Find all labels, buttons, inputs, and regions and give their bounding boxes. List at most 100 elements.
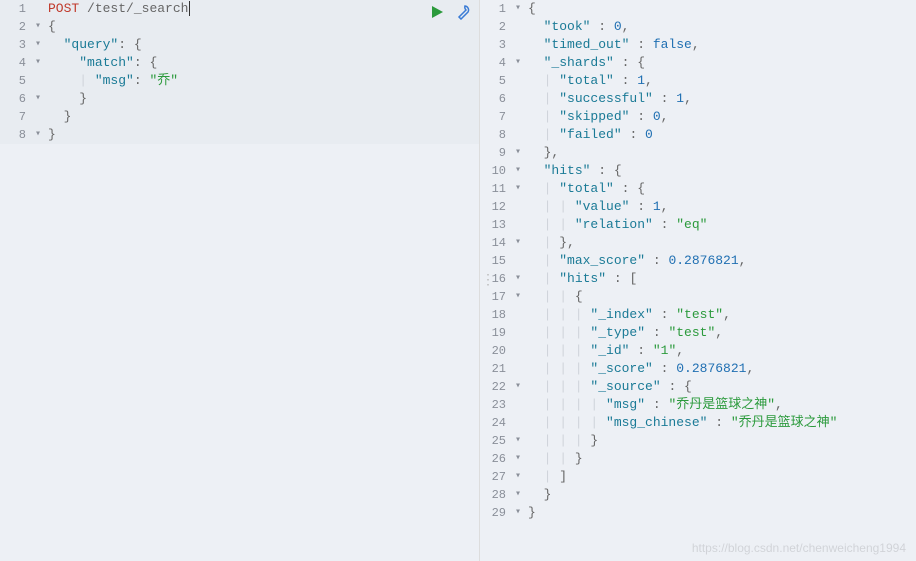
fold-toggle[interactable]: ▾ — [32, 126, 44, 144]
fold-toggle[interactable]: ▾ — [32, 36, 44, 54]
line-number: 29 — [480, 504, 512, 522]
code-line[interactable]: 8▾} — [0, 126, 479, 144]
fold-toggle[interactable]: ▾ — [512, 378, 524, 396]
run-icon[interactable] — [429, 4, 445, 24]
code-line[interactable]: 16▾ | "hits" : [ — [480, 270, 916, 288]
fold-toggle[interactable]: ▾ — [512, 468, 524, 486]
code-line[interactable]: 3 "timed_out" : false, — [480, 36, 916, 54]
line-number: 23 — [480, 396, 512, 414]
code-line[interactable]: 6▾ } — [0, 90, 479, 108]
code-line[interactable]: 1POST /test/_search — [0, 0, 479, 18]
code-line[interactable]: 12 | | "value" : 1, — [480, 198, 916, 216]
line-content: "timed_out" : false, — [524, 36, 916, 54]
code-line[interactable]: 8 | "failed" : 0 — [480, 126, 916, 144]
fold-toggle — [512, 72, 524, 90]
fold-toggle — [512, 360, 524, 378]
line-content: | "total" : { — [524, 180, 916, 198]
code-line[interactable]: 9▾ }, — [480, 144, 916, 162]
line-number: 20 — [480, 342, 512, 360]
code-line[interactable]: 14▾ | }, — [480, 234, 916, 252]
line-number: 6 — [0, 90, 32, 108]
fold-toggle[interactable]: ▾ — [512, 0, 524, 18]
line-number: 19 — [480, 324, 512, 342]
fold-toggle[interactable]: ▾ — [32, 90, 44, 108]
code-line[interactable]: 21 | | | "_score" : 0.2876821, — [480, 360, 916, 378]
fold-toggle[interactable]: ▾ — [512, 288, 524, 306]
line-number: 15 — [480, 252, 512, 270]
line-content: } — [44, 108, 479, 126]
code-line[interactable]: 6 | "successful" : 1, — [480, 90, 916, 108]
line-number: 24 — [480, 414, 512, 432]
code-line[interactable]: 20 | | | "_id" : "1", — [480, 342, 916, 360]
line-number: 16 — [480, 270, 512, 288]
line-content: "hits" : { — [524, 162, 916, 180]
code-line[interactable]: 28▾ } — [480, 486, 916, 504]
fold-toggle[interactable]: ▾ — [512, 504, 524, 522]
line-content: | "failed" : 0 — [524, 126, 916, 144]
line-content: { — [44, 18, 479, 36]
fold-toggle — [512, 252, 524, 270]
code-line[interactable]: 2 "took" : 0, — [480, 18, 916, 36]
fold-toggle[interactable]: ▾ — [32, 54, 44, 72]
request-editor[interactable]: 1POST /test/_search2▾{3▾ "query": {4▾ "m… — [0, 0, 479, 144]
line-content: | | | "_id" : "1", — [524, 342, 916, 360]
code-line[interactable]: 1▾{ — [480, 0, 916, 18]
line-number: 10 — [480, 162, 512, 180]
fold-toggle[interactable]: ▾ — [512, 180, 524, 198]
code-line[interactable]: 23 | | | | "msg" : "乔丹是篮球之神", — [480, 396, 916, 414]
fold-toggle — [512, 324, 524, 342]
line-number: 5 — [0, 72, 32, 90]
code-line[interactable]: 13 | | "relation" : "eq" — [480, 216, 916, 234]
fold-toggle[interactable]: ▾ — [512, 486, 524, 504]
fold-toggle — [512, 198, 524, 216]
fold-toggle — [512, 216, 524, 234]
wrench-icon[interactable] — [455, 4, 471, 24]
code-line[interactable]: 5 | "msg": "乔" — [0, 72, 479, 90]
code-line[interactable]: 19 | | | "_type" : "test", — [480, 324, 916, 342]
code-line[interactable]: 5 | "total" : 1, — [480, 72, 916, 90]
code-line[interactable]: 7 } — [0, 108, 479, 126]
line-content: "match": { — [44, 54, 479, 72]
line-number: 27 — [480, 468, 512, 486]
code-line[interactable]: 27▾ | ] — [480, 468, 916, 486]
line-number: 1 — [0, 0, 32, 18]
line-number: 8 — [0, 126, 32, 144]
code-line[interactable]: 10▾ "hits" : { — [480, 162, 916, 180]
code-line[interactable]: 4▾ "match": { — [0, 54, 479, 72]
code-line[interactable]: 25▾ | | | } — [480, 432, 916, 450]
code-line[interactable]: 26▾ | | } — [480, 450, 916, 468]
fold-toggle[interactable]: ▾ — [512, 162, 524, 180]
code-line[interactable]: 24 | | | | "msg_chinese" : "乔丹是篮球之神" — [480, 414, 916, 432]
code-line[interactable]: 2▾{ — [0, 18, 479, 36]
fold-toggle[interactable]: ▾ — [512, 54, 524, 72]
line-number: 25 — [480, 432, 512, 450]
fold-toggle[interactable]: ▾ — [512, 144, 524, 162]
line-number: 5 — [480, 72, 512, 90]
code-line[interactable]: 29▾} — [480, 504, 916, 522]
line-content: "took" : 0, — [524, 18, 916, 36]
code-line[interactable]: 11▾ | "total" : { — [480, 180, 916, 198]
code-line[interactable]: 22▾ | | | "_source" : { — [480, 378, 916, 396]
text-cursor — [189, 1, 190, 16]
code-line[interactable]: 17▾ | | { — [480, 288, 916, 306]
line-number: 26 — [480, 450, 512, 468]
fold-toggle[interactable]: ▾ — [512, 234, 524, 252]
line-content: | "max_score" : 0.2876821, — [524, 252, 916, 270]
code-line[interactable]: 15 | "max_score" : 0.2876821, — [480, 252, 916, 270]
fold-toggle — [512, 396, 524, 414]
fold-toggle — [512, 126, 524, 144]
fold-toggle[interactable]: ▾ — [32, 18, 44, 36]
line-content: | | | | "msg" : "乔丹是篮球之神", — [524, 396, 916, 414]
line-number: 22 — [480, 378, 512, 396]
code-line[interactable]: 3▾ "query": { — [0, 36, 479, 54]
code-line[interactable]: 18 | | | "_index" : "test", — [480, 306, 916, 324]
code-line[interactable]: 4▾ "_shards" : { — [480, 54, 916, 72]
line-content: | "msg": "乔" — [44, 72, 479, 90]
fold-toggle — [512, 342, 524, 360]
fold-toggle — [512, 108, 524, 126]
watermark: https://blog.csdn.net/chenweicheng1994 — [692, 541, 906, 555]
fold-toggle[interactable]: ▾ — [512, 270, 524, 288]
fold-toggle[interactable]: ▾ — [512, 450, 524, 468]
fold-toggle[interactable]: ▾ — [512, 432, 524, 450]
code-line[interactable]: 7 | "skipped" : 0, — [480, 108, 916, 126]
